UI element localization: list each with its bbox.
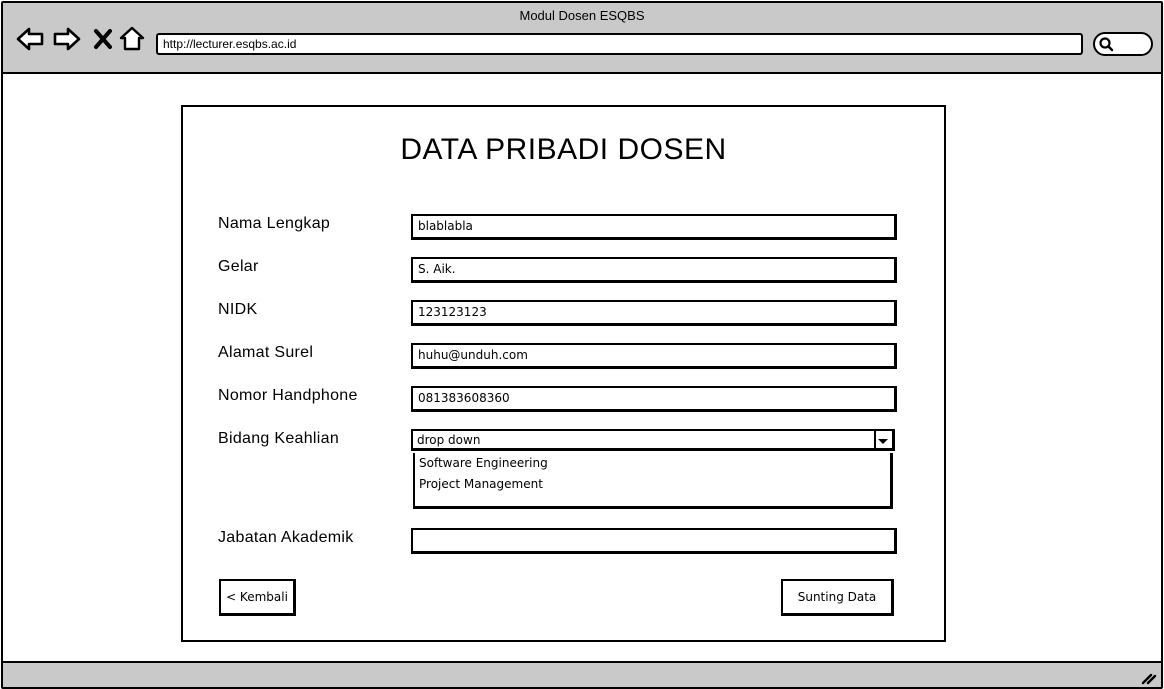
search-box[interactable] <box>1093 32 1153 56</box>
jabatan-akademik-input[interactable] <box>411 528 897 554</box>
nomor-handphone-input[interactable]: 081383608360 <box>411 386 897 412</box>
nidk-label: NIDK <box>218 301 258 318</box>
dropdown-toggle-button[interactable] <box>874 431 892 450</box>
gelar-label: Gelar <box>218 258 259 275</box>
dropdown-option-software-engineering[interactable]: Software Engineering <box>419 456 548 470</box>
url-bar[interactable]: http://lecturer.esqbs.ac.id <box>156 33 1083 55</box>
close-icon[interactable] <box>91 25 115 53</box>
bidang-keahlian-label: Bidang Keahlian <box>218 430 340 447</box>
browser-toolbar: Modul Dosen ESQBS http://lecturer.esqbs.… <box>3 3 1161 74</box>
dropdown-option-project-management[interactable]: Project Management <box>419 477 543 491</box>
browser-statusbar <box>3 661 1161 687</box>
nama-lengkap-input[interactable]: blablabla <box>411 214 897 240</box>
dropdown-selected-value: drop down <box>417 433 481 447</box>
home-icon[interactable] <box>118 25 146 53</box>
bidang-keahlian-options: Software Engineering Project Management <box>413 453 893 509</box>
nidk-input[interactable]: 123123123 <box>411 300 897 326</box>
page-title: DATA PRIBADI DOSEN <box>400 133 727 166</box>
nomor-handphone-label: Nomor Handphone <box>218 387 358 404</box>
profile-form-card: DATA PRIBADI DOSEN Nama Lengkap blablabl… <box>181 105 946 642</box>
browser-window: Modul Dosen ESQBS http://lecturer.esqbs.… <box>1 1 1163 689</box>
forward-arrow-icon[interactable] <box>52 25 82 53</box>
resize-grip-icon[interactable] <box>1139 667 1157 685</box>
alamat-surel-label: Alamat Surel <box>218 344 314 361</box>
window-title: Modul Dosen ESQBS <box>519 8 645 23</box>
bidang-keahlian-dropdown[interactable]: drop down <box>411 429 895 451</box>
back-button[interactable]: < Kembali <box>219 579 296 616</box>
nama-lengkap-label: Nama Lengkap <box>218 215 331 232</box>
back-arrow-icon[interactable] <box>15 25 45 53</box>
jabatan-akademik-label: Jabatan Akademik <box>218 529 354 546</box>
alamat-surel-input[interactable]: huhu@unduh.com <box>411 343 897 369</box>
search-icon <box>1099 37 1114 52</box>
gelar-input[interactable]: S. Aik. <box>411 257 897 283</box>
edit-data-button[interactable]: Sunting Data <box>781 579 894 616</box>
chevron-down-icon <box>878 439 888 444</box>
